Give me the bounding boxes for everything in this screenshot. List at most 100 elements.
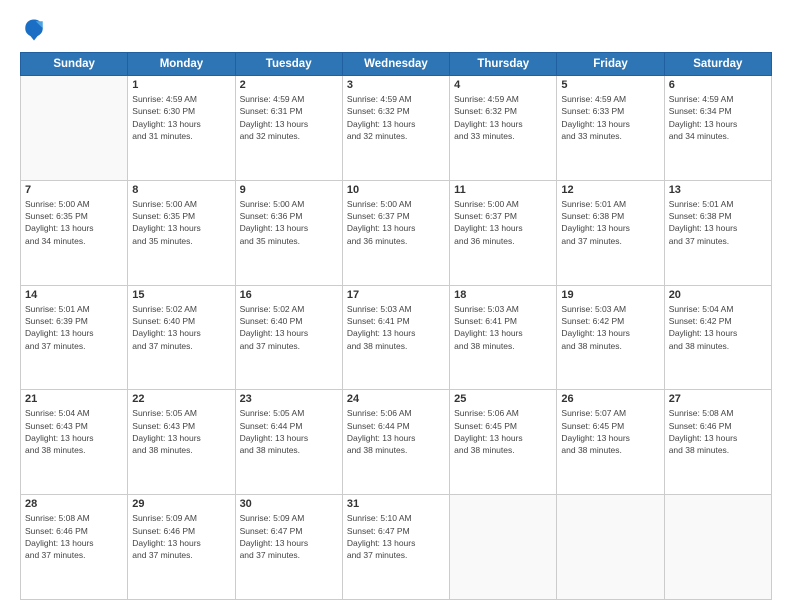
day-info: Sunrise: 5:03 AM Sunset: 6:41 PM Dayligh…: [454, 303, 552, 352]
day-info: Sunrise: 5:10 AM Sunset: 6:47 PM Dayligh…: [347, 512, 445, 561]
page: SundayMondayTuesdayWednesdayThursdayFrid…: [0, 0, 792, 612]
calendar-cell: 13Sunrise: 5:01 AM Sunset: 6:38 PM Dayli…: [664, 180, 771, 285]
day-info: Sunrise: 5:04 AM Sunset: 6:43 PM Dayligh…: [25, 407, 123, 456]
day-info: Sunrise: 4:59 AM Sunset: 6:31 PM Dayligh…: [240, 93, 338, 142]
calendar-cell: 25 Sunrise: 5:06 AM Sunset: 6:45 PM Dayli…: [450, 390, 557, 495]
day-info: Sunrise: 4:59 AM Sunset: 6:34 PM Dayligh…: [669, 93, 767, 142]
day-number: 6: [669, 79, 767, 91]
calendar-header-sunday: Sunday: [21, 53, 128, 76]
calendar-cell: 26 Sunrise: 5:07 AM Sunset: 6:45 PM Dayli…: [557, 390, 664, 495]
calendar-cell: 8 Sunrise: 5:00 AM Sunset: 6:35 PM Daylig…: [128, 180, 235, 285]
day-number: 31: [347, 498, 445, 510]
calendar-week-1: 1 Sunrise: 4:59 AM Sunset: 6:30 PM Daylig…: [21, 76, 772, 181]
day-number: 8: [132, 184, 230, 196]
day-number: 26: [561, 393, 659, 405]
logo: [20, 16, 52, 44]
calendar-cell: 27Sunrise: 5:08 AM Sunset: 6:46 PM Dayli…: [664, 390, 771, 495]
day-info: Sunrise: 5:05 AM Sunset: 6:44 PM Dayligh…: [240, 407, 338, 456]
calendar-cell: 31 Sunrise: 5:10 AM Sunset: 6:47 PM Dayli…: [342, 495, 449, 600]
day-info: Sunrise: 5:00 AM Sunset: 6:37 PM Dayligh…: [347, 198, 445, 247]
day-number: 29: [132, 498, 230, 510]
day-info: Sunrise: 5:09 AM Sunset: 6:47 PM Dayligh…: [240, 512, 338, 561]
day-info: Sunrise: 5:09 AM Sunset: 6:46 PM Dayligh…: [132, 512, 230, 561]
calendar-cell: 15 Sunrise: 5:02 AM Sunset: 6:40 PM Dayli…: [128, 285, 235, 390]
day-number: 28: [25, 498, 123, 510]
day-info: Sunrise: 4:59 AM Sunset: 6:33 PM Dayligh…: [561, 93, 659, 142]
day-number: 23: [240, 393, 338, 405]
day-number: 17: [347, 289, 445, 301]
calendar-header-monday: Monday: [128, 53, 235, 76]
day-number: 25: [454, 393, 552, 405]
calendar-cell: 4 Sunrise: 4:59 AM Sunset: 6:32 PM Daylig…: [450, 76, 557, 181]
calendar-cell: 9 Sunrise: 5:00 AM Sunset: 6:36 PM Daylig…: [235, 180, 342, 285]
calendar-cell: 7 Sunrise: 5:00 AM Sunset: 6:35 PM Daylig…: [21, 180, 128, 285]
day-number: 30: [240, 498, 338, 510]
calendar-cell: 17 Sunrise: 5:03 AM Sunset: 6:41 PM Dayli…: [342, 285, 449, 390]
day-number: 4: [454, 79, 552, 91]
day-number: 1: [132, 79, 230, 91]
calendar-cell: 19 Sunrise: 5:03 AM Sunset: 6:42 PM Dayli…: [557, 285, 664, 390]
day-number: 5: [561, 79, 659, 91]
day-number: 20: [669, 289, 767, 301]
calendar-cell: 16 Sunrise: 5:02 AM Sunset: 6:40 PM Dayli…: [235, 285, 342, 390]
calendar-header-thursday: Thursday: [450, 53, 557, 76]
day-info: Sunrise: 5:04 AM Sunset: 6:42 PM Dayligh…: [669, 303, 767, 352]
day-number: 2: [240, 79, 338, 91]
calendar-table: SundayMondayTuesdayWednesdayThursdayFrid…: [20, 52, 772, 600]
calendar-cell: 23 Sunrise: 5:05 AM Sunset: 6:44 PM Dayli…: [235, 390, 342, 495]
day-number: 18: [454, 289, 552, 301]
calendar-cell: 28Sunrise: 5:08 AM Sunset: 6:46 PM Dayli…: [21, 495, 128, 600]
calendar-cell: 2 Sunrise: 4:59 AM Sunset: 6:31 PM Daylig…: [235, 76, 342, 181]
calendar-cell: [450, 495, 557, 600]
day-info: Sunrise: 5:06 AM Sunset: 6:44 PM Dayligh…: [347, 407, 445, 456]
calendar-cell: 5 Sunrise: 4:59 AM Sunset: 6:33 PM Daylig…: [557, 76, 664, 181]
day-number: 24: [347, 393, 445, 405]
calendar-cell: 21 Sunrise: 5:04 AM Sunset: 6:43 PM Dayli…: [21, 390, 128, 495]
day-info: Sunrise: 5:03 AM Sunset: 6:42 PM Dayligh…: [561, 303, 659, 352]
day-info: Sunrise: 5:00 AM Sunset: 6:35 PM Dayligh…: [132, 198, 230, 247]
day-info: Sunrise: 4:59 AM Sunset: 6:30 PM Dayligh…: [132, 93, 230, 142]
calendar-cell: 14 Sunrise: 5:01 AM Sunset: 6:39 PM Dayli…: [21, 285, 128, 390]
calendar-cell: 12Sunrise: 5:01 AM Sunset: 6:38 PM Dayli…: [557, 180, 664, 285]
day-number: 10: [347, 184, 445, 196]
calendar-week-2: 7 Sunrise: 5:00 AM Sunset: 6:35 PM Daylig…: [21, 180, 772, 285]
day-number: 16: [240, 289, 338, 301]
day-number: 21: [25, 393, 123, 405]
calendar-cell: 22Sunrise: 5:05 AM Sunset: 6:43 PM Dayli…: [128, 390, 235, 495]
day-info: Sunrise: 5:00 AM Sunset: 6:36 PM Dayligh…: [240, 198, 338, 247]
calendar-header-saturday: Saturday: [664, 53, 771, 76]
calendar-header-friday: Friday: [557, 53, 664, 76]
calendar-header-tuesday: Tuesday: [235, 53, 342, 76]
day-info: Sunrise: 5:03 AM Sunset: 6:41 PM Dayligh…: [347, 303, 445, 352]
day-number: 19: [561, 289, 659, 301]
day-info: Sunrise: 5:00 AM Sunset: 6:37 PM Dayligh…: [454, 198, 552, 247]
day-info: Sunrise: 4:59 AM Sunset: 6:32 PM Dayligh…: [454, 93, 552, 142]
calendar-cell: 24 Sunrise: 5:06 AM Sunset: 6:44 PM Dayli…: [342, 390, 449, 495]
day-info: Sunrise: 5:07 AM Sunset: 6:45 PM Dayligh…: [561, 407, 659, 456]
day-number: 9: [240, 184, 338, 196]
calendar-cell: 30 Sunrise: 5:09 AM Sunset: 6:47 PM Dayli…: [235, 495, 342, 600]
calendar-cell: 11 Sunrise: 5:00 AM Sunset: 6:37 PM Dayli…: [450, 180, 557, 285]
calendar-cell: 10 Sunrise: 5:00 AM Sunset: 6:37 PM Dayli…: [342, 180, 449, 285]
day-number: 14: [25, 289, 123, 301]
calendar-cell: 1 Sunrise: 4:59 AM Sunset: 6:30 PM Daylig…: [128, 76, 235, 181]
day-info: Sunrise: 5:01 AM Sunset: 6:38 PM Dayligh…: [669, 198, 767, 247]
day-info: Sunrise: 5:02 AM Sunset: 6:40 PM Dayligh…: [240, 303, 338, 352]
calendar-cell: 20 Sunrise: 5:04 AM Sunset: 6:42 PM Dayli…: [664, 285, 771, 390]
calendar-cell: [557, 495, 664, 600]
day-info: Sunrise: 5:01 AM Sunset: 6:39 PM Dayligh…: [25, 303, 123, 352]
day-number: 22: [132, 393, 230, 405]
day-number: 15: [132, 289, 230, 301]
calendar-cell: [21, 76, 128, 181]
day-info: Sunrise: 5:00 AM Sunset: 6:35 PM Dayligh…: [25, 198, 123, 247]
day-info: Sunrise: 5:06 AM Sunset: 6:45 PM Dayligh…: [454, 407, 552, 456]
calendar-cell: 18 Sunrise: 5:03 AM Sunset: 6:41 PM Dayli…: [450, 285, 557, 390]
calendar-week-3: 14 Sunrise: 5:01 AM Sunset: 6:39 PM Dayli…: [21, 285, 772, 390]
day-info: Sunrise: 5:02 AM Sunset: 6:40 PM Dayligh…: [132, 303, 230, 352]
day-number: 3: [347, 79, 445, 91]
calendar-cell: 6 Sunrise: 4:59 AM Sunset: 6:34 PM Daylig…: [664, 76, 771, 181]
day-number: 11: [454, 184, 552, 196]
day-number: 7: [25, 184, 123, 196]
header: [20, 16, 772, 44]
calendar-week-4: 21 Sunrise: 5:04 AM Sunset: 6:43 PM Dayli…: [21, 390, 772, 495]
